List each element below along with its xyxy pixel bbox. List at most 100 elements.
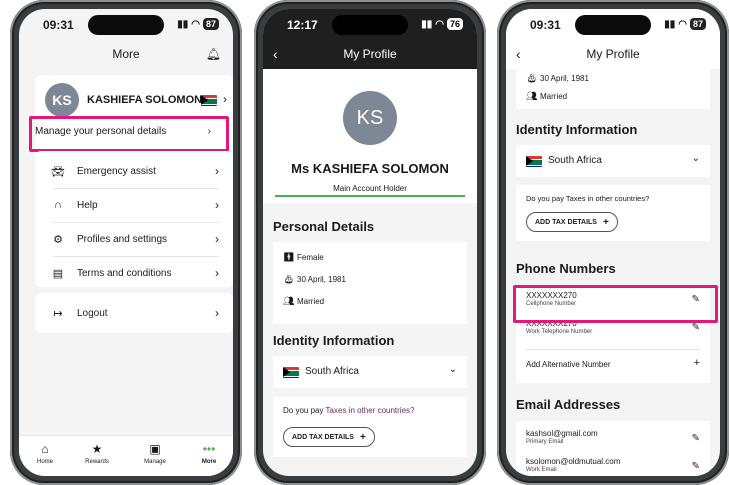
tab-home[interactable]: ⌂ Home	[25, 442, 65, 465]
highlight-box	[29, 116, 229, 152]
birth-date-row: 🎂︎ 30 April, 1981	[526, 73, 589, 84]
tax-card: Do you pay Taxes in other countries? ADD…	[273, 397, 467, 457]
email-card: kashsol@gmail.com Primary Email ✎ ksolom…	[516, 421, 710, 476]
south-africa-flag-icon	[526, 156, 542, 167]
car-icon: 🚘︎	[51, 165, 65, 178]
account-role: Main Account Holder	[333, 184, 407, 193]
tab-label: Rewards	[85, 459, 109, 465]
email-type: Work Email	[526, 467, 557, 473]
wifi-icon: ◠	[191, 18, 200, 30]
tab-manage[interactable]: ▣ Manage	[135, 442, 175, 465]
menu-item-help[interactable]: ∩ Help ›	[35, 189, 233, 221]
email-address: kashsol@gmail.com	[526, 429, 598, 438]
signal-icon: ▮▮	[177, 18, 189, 30]
add-tax-details-button[interactable]: ADD TAX DETAILS +	[526, 212, 618, 232]
add-tax-details-button[interactable]: ADD TAX DETAILS +	[283, 427, 375, 447]
profile-name[interactable]: KASHIEFA SOLOMON	[87, 94, 202, 106]
highlight-box	[513, 285, 718, 323]
signal-icon: ▮▮	[664, 18, 676, 30]
edit-pencil-icon[interactable]: ✎	[692, 433, 700, 444]
personal-details-card: 🚹︎ Female 🎂︎ 30 April, 1981 👥︎ Married	[273, 242, 467, 324]
identity-title: Identity Information	[516, 122, 638, 137]
more-icon: •••	[202, 442, 216, 456]
chevron-right-icon: ›	[215, 306, 219, 320]
status-icons: ▮▮ ◠ 87	[664, 18, 706, 30]
back-chevron-icon[interactable]: ‹	[516, 39, 521, 69]
tax-question: Do you pay Taxes in other countries?	[526, 194, 650, 203]
edit-pencil-icon[interactable]: ✎	[692, 322, 700, 333]
bell-icon[interactable]: 🔔︎	[206, 39, 221, 69]
person-icon: 🚹︎	[283, 252, 295, 262]
screen: 12:17 ▮▮ ◠ 76 ‹ My Profile KS Ms KASHIEFA …	[263, 9, 477, 476]
page-title: More	[112, 47, 140, 61]
avatar[interactable]: KS	[45, 83, 79, 117]
marital-value: Married	[297, 297, 325, 306]
chevron-down-icon: ⌄	[691, 153, 700, 164]
cake-icon: 🎂︎	[526, 73, 538, 83]
avatar[interactable]: KS	[343, 91, 397, 145]
add-alt-label: Add Alternative Number	[526, 360, 611, 369]
country-select[interactable]: South Africa ⌄	[516, 145, 710, 177]
identity-title: Identity Information	[273, 333, 395, 348]
tax-card: Do you pay Taxes in other countries? ADD…	[516, 185, 710, 241]
menu-item-emergency-assist[interactable]: 🚘︎ Emergency assist ›	[35, 155, 233, 187]
status-time: 09:31	[43, 18, 74, 32]
back-chevron-icon[interactable]: ‹	[273, 39, 278, 69]
tab-rewards[interactable]: ★ Rewards	[77, 442, 117, 465]
role-underline	[275, 195, 465, 197]
header: ‹ My Profile	[506, 39, 720, 69]
south-africa-flag-icon	[283, 367, 299, 378]
email-row-primary[interactable]: kashsol@gmail.com Primary Email ✎	[516, 427, 710, 455]
country-select[interactable]: South Africa ⌄	[273, 356, 467, 388]
document-icon: ▤	[52, 267, 64, 280]
wifi-icon: ◠	[435, 18, 444, 30]
phone-profile-screen: 12:17 ▮▮ ◠ 76 ‹ My Profile KS Ms KASHIEFA …	[254, 0, 486, 485]
tax-question-prefix: Do you pay	[283, 406, 326, 415]
birth-date-row: 🎂︎ 30 April, 1981	[283, 274, 346, 285]
tab-label: Home	[36, 459, 53, 465]
people-icon: 👥︎	[283, 296, 295, 306]
menu-label: Terms and conditions	[77, 267, 172, 279]
dynamic-island	[88, 15, 164, 35]
tab-bar: ⌂ Home ★ Rewards ▣ Manage ••• More	[19, 435, 233, 476]
email-row-work[interactable]: ksolomon@oldmutual.com Work Email ✎	[516, 455, 710, 476]
menu-label: Emergency assist	[77, 165, 156, 177]
birth-date-value: 30 April, 1981	[297, 275, 346, 284]
status-bar: 09:31 ▮▮ ◠ 87	[506, 9, 720, 39]
logout-label: Logout	[77, 307, 108, 319]
menu-label: Help	[77, 199, 98, 211]
phone-type: Work Telephone Number	[526, 329, 593, 335]
chevron-right-icon[interactable]: ›	[223, 92, 227, 106]
headset-icon: ∩	[54, 199, 62, 211]
gear-icon: ⚙︎	[53, 233, 63, 246]
cake-icon: 🎂︎	[283, 274, 295, 284]
phone-profile-scrolled-screen: 09:31 ▮▮ ◠ 87 ‹ My Profile 🎂︎ 30 April, 198…	[497, 0, 729, 485]
add-alternative-number-button[interactable]: Add Alternative Number +	[516, 351, 710, 379]
menu-item-profiles-and-settings[interactable]: ⚙︎ Profiles and settings ›	[35, 223, 233, 255]
star-icon: ★	[91, 442, 103, 456]
email-addresses-title: Email Addresses	[516, 397, 621, 412]
chevron-right-icon: ›	[215, 232, 219, 246]
south-africa-flag-icon	[201, 95, 217, 106]
logout-button[interactable]: ↦ Logout ›	[35, 297, 233, 329]
status-time: 12:17	[287, 18, 318, 32]
tab-label: Manage	[144, 459, 166, 465]
email-type: Primary Email	[526, 439, 564, 445]
status-icons: ▮▮ ◠ 87	[177, 18, 219, 30]
screen: 09:31 ▮▮ ◠ 87 ‹ My Profile 🎂︎ 30 April, 198…	[506, 9, 720, 476]
birth-date-value: 30 April, 1981	[540, 74, 589, 83]
tab-more[interactable]: ••• More	[189, 442, 229, 465]
wifi-icon: ◠	[678, 18, 687, 30]
status-time: 09:31	[530, 18, 561, 32]
email-address: ksolomon@oldmutual.com	[526, 457, 621, 466]
status-icons: ▮▮ ◠ 76	[421, 18, 463, 30]
people-icon: 👥︎	[526, 91, 538, 101]
marital-row: 👥︎ Married	[283, 296, 324, 307]
chevron-right-icon: ›	[215, 266, 219, 280]
tax-question-highlight: Taxes in other countries?	[325, 406, 415, 415]
header: More 🔔︎	[19, 39, 233, 69]
profile-hero: KS Ms KASHIEFA SOLOMON Main Account Hold…	[263, 69, 477, 203]
menu-item-terms-and-conditions[interactable]: ▤ Terms and conditions ›	[35, 257, 233, 289]
edit-pencil-icon[interactable]: ✎	[692, 461, 700, 472]
screen: 09:31 ▮▮ ◠ 87 More 🔔︎ KS KASHIEFA SOLOMON …	[19, 9, 233, 476]
